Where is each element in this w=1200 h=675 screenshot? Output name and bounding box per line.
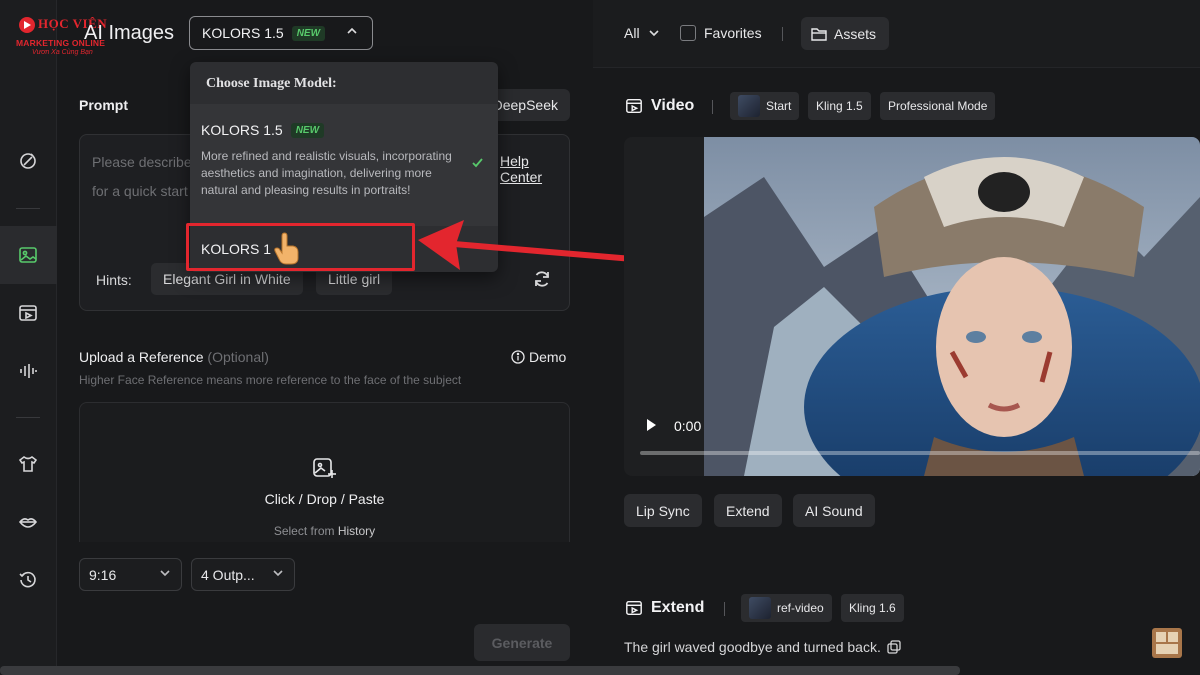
rail-divider: [16, 417, 40, 418]
left-nav-rail: [0, 0, 57, 675]
outputs-select[interactable]: 4 Outp...: [191, 558, 295, 591]
play-icon[interactable]: [644, 418, 658, 435]
select-from-label: Select from: [273, 524, 335, 538]
prompt-placeholder-line2: for a quick start: [92, 183, 188, 199]
model-option-description: More refined and realistic visuals, inco…: [201, 149, 452, 197]
upload-reference-title: Upload a Reference (Optional): [79, 349, 269, 365]
demo-label: Demo: [529, 349, 567, 365]
ai-sound-button[interactable]: AI Sound: [793, 494, 875, 527]
check-icon: [471, 156, 484, 172]
caption-text: The girl waved goodbye and turned back.: [624, 639, 881, 655]
audio-icon[interactable]: [14, 357, 42, 385]
video-title-text: Video: [651, 97, 695, 114]
extend-button[interactable]: Extend: [714, 494, 782, 527]
help-center-link[interactable]: Help Center: [500, 153, 569, 185]
chevron-down-icon: [648, 27, 660, 39]
hints-label: Hints:: [96, 272, 132, 288]
model-option-name: KOLORS 1.5: [201, 122, 283, 138]
copy-icon[interactable]: [887, 640, 901, 654]
favorites-label: Favorites: [704, 25, 762, 41]
favorites-checkbox[interactable]: [680, 25, 696, 41]
page-title: AI Images: [84, 22, 175, 44]
upload-hint: Higher Face Reference means more referen…: [79, 373, 462, 387]
video-block-title: Video: [625, 97, 694, 115]
window-icon[interactable]: [1151, 627, 1183, 659]
info-icon: [511, 350, 525, 367]
model-select-button[interactable]: KOLORS 1.5 NEW: [189, 16, 373, 50]
rail-divider: [16, 208, 40, 209]
shirt-icon[interactable]: [14, 450, 42, 478]
filter-select[interactable]: All: [624, 25, 660, 41]
logo-tagline: Vươn Xa Cùng Bạn: [32, 49, 93, 56]
extend-caption: The girl waved goodbye and turned back.: [624, 639, 901, 655]
optional-label: (Optional): [207, 349, 269, 365]
chevron-down-icon: [272, 567, 284, 582]
logo-mark-icon: [19, 17, 35, 33]
tag-start: Start: [730, 92, 800, 120]
add-image-icon: [313, 458, 336, 478]
video-player[interactable]: 0:00: [624, 137, 1200, 476]
prompt-label: Prompt: [79, 97, 128, 113]
image-icon[interactable]: [14, 241, 42, 269]
pointing-hand-icon: [274, 232, 299, 265]
divider: [782, 27, 783, 41]
upload-title-text: Upload a Reference: [79, 349, 204, 365]
prompt-placeholder-line1: Please describe: [92, 154, 192, 170]
model-option-kolors-1-5[interactable]: KOLORS 1.5 NEW More refined and realisti…: [190, 104, 498, 226]
lip-sync-button[interactable]: Lip Sync: [624, 494, 702, 527]
chevron-up-icon: [346, 25, 358, 40]
ref-video-thumbnail: [749, 597, 771, 619]
video-progress-bar[interactable]: [640, 451, 1200, 455]
upload-cta-text: Click / Drop / Paste: [264, 491, 385, 507]
tag-label: Start: [766, 99, 792, 113]
video-icon: [625, 97, 643, 115]
tag-mode: Professional Mode: [880, 92, 996, 120]
video-time: 0:00: [674, 418, 702, 434]
filter-value: All: [624, 25, 640, 41]
model-name: KOLORS 1.5: [202, 25, 284, 41]
extend-title-text: Extend: [651, 599, 705, 616]
video-icon[interactable]: [14, 299, 42, 327]
new-badge: NEW: [291, 25, 326, 41]
assets-label: Assets: [834, 25, 877, 42]
outputs-value: 4 Outp...: [201, 566, 255, 583]
upload-dropzone[interactable]: Click / Drop / Paste Select from History: [79, 402, 570, 542]
divider: [724, 602, 725, 616]
deepseek-button[interactable]: DeepSeek: [488, 89, 570, 121]
new-badge: NEW: [290, 122, 325, 138]
favorites-toggle[interactable]: Favorites: [680, 25, 762, 41]
generate-button[interactable]: Generate: [474, 624, 570, 661]
magic-brush-icon[interactable]: [14, 147, 42, 175]
divider: [712, 100, 713, 114]
extend-block-title: Extend: [625, 599, 704, 617]
tag-ref-video: ref-video: [741, 594, 832, 622]
demo-link[interactable]: Demo: [511, 349, 566, 367]
aspect-ratio-select[interactable]: 9:16: [79, 558, 182, 591]
start-frame-thumbnail: [738, 95, 760, 117]
lips-icon[interactable]: [14, 508, 42, 536]
tag-label: ref-video: [777, 601, 824, 615]
horizontal-scrollbar[interactable]: [0, 666, 960, 675]
folder-icon: [811, 27, 827, 41]
video-icon: [625, 599, 643, 617]
tag-model: Kling 1.6: [841, 594, 904, 622]
dropdown-heading: Choose Image Model:: [206, 76, 337, 91]
video-frame: [704, 137, 1200, 476]
chevron-down-icon: [159, 567, 171, 582]
aspect-ratio-value: 9:16: [89, 566, 117, 583]
assets-button[interactable]: Assets: [801, 17, 889, 50]
tag-model: Kling 1.5: [808, 92, 871, 120]
select-from-history[interactable]: Select from History: [80, 524, 569, 538]
history-icon[interactable]: [14, 566, 42, 594]
history-link[interactable]: History: [338, 524, 375, 538]
